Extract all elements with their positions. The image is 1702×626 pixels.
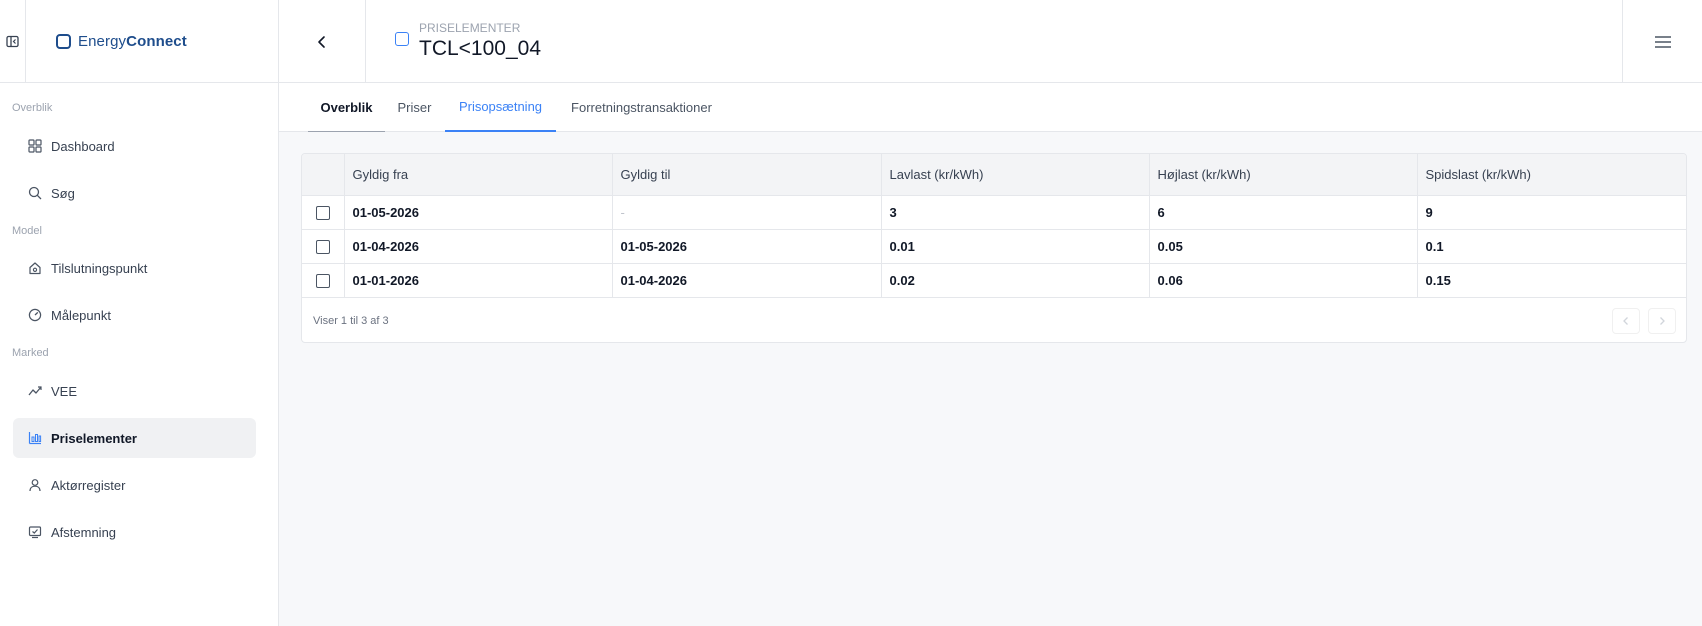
row-checkbox[interactable] — [315, 273, 330, 288]
back-button[interactable] — [279, 0, 366, 83]
sidebar-item-label: Afstemning — [51, 524, 117, 540]
section-label-overblik: Overblik — [12, 102, 53, 114]
app-root: EnergyConnect PRISELEMENTER TCL<100_04 O… — [0, 0, 1702, 626]
gauge-icon — [27, 307, 43, 323]
select-column-header — [302, 154, 345, 196]
sidebar-item-label: VEE — [51, 383, 78, 399]
sidebar-item-label: Aktørregister — [51, 477, 126, 493]
main-content: Overblik Priser Prisopsætning Forretning… — [279, 83, 1702, 626]
cell-gyldig-til: 01-04-2026 — [612, 263, 882, 298]
reconcile-icon — [27, 524, 43, 540]
sidebar-toggle-icon — [6, 35, 19, 48]
tab-prisopsaetning[interactable]: Prisopsætning — [445, 83, 556, 132]
table-header-row: Gyldig fra Gyldig til Lavlast (kr/kWh) H… — [302, 154, 1686, 196]
tab-bar: Overblik Priser Prisopsætning Forretning… — [279, 83, 1702, 132]
previous-page-button[interactable] — [1612, 308, 1640, 334]
sidebar-item-tilslutningspunkt[interactable]: Tilslutningspunkt — [13, 248, 256, 288]
sidebar-item-label: Målepunkt — [51, 307, 111, 323]
cell-spidslast: 0.1 — [1417, 229, 1686, 264]
title-checkbox[interactable] — [395, 31, 409, 46]
table-row[interactable]: 01-04-2026 01-05-2026 0.01 0.05 0.1 — [302, 229, 1686, 264]
tab-forretningstransaktioner[interactable]: Forretningstransaktioner — [556, 83, 727, 132]
house-icon — [27, 260, 43, 276]
sidebar-item-priselementer[interactable]: Priselementer — [13, 418, 256, 458]
sidebar-toggle-button[interactable] — [0, 0, 26, 83]
brand-suffix: Connect — [126, 33, 187, 50]
table-row[interactable]: 01-05-2026 - 3 6 9 — [302, 195, 1686, 230]
hamburger-menu-icon — [1654, 35, 1671, 48]
grid-icon — [27, 138, 43, 154]
cell-spidslast: 0.15 — [1417, 263, 1686, 298]
cell-gyldig-til: 01-05-2026 — [612, 229, 882, 264]
chevron-right-icon — [1660, 317, 1665, 325]
cell-spidslast: 9 — [1417, 195, 1686, 230]
cell-lavlast: 3 — [881, 195, 1150, 230]
cell-gyldig-til: - — [612, 195, 882, 230]
sidebar: Overblik Dashboard Søg Model Tilslutning… — [0, 83, 279, 626]
cell-lavlast: 0.01 — [881, 229, 1150, 264]
section-label-model: Model — [12, 225, 42, 237]
sidebar-item-soeg[interactable]: Søg — [13, 173, 256, 213]
cell-hoejlast: 0.05 — [1149, 229, 1418, 264]
page-header: PRISELEMENTER TCL<100_04 — [366, 0, 541, 83]
next-page-button[interactable] — [1648, 308, 1676, 334]
cell-gyldig-fra: 01-05-2026 — [344, 195, 613, 230]
sidebar-item-label: Søg — [51, 185, 75, 201]
trend-icon — [27, 383, 43, 399]
user-icon — [27, 477, 43, 493]
sidebar-item-aktoerregister[interactable]: Aktørregister — [13, 465, 256, 505]
chevron-left-icon — [318, 35, 325, 48]
brand-prefix: Energy — [78, 33, 127, 50]
price-table: Gyldig fra Gyldig til Lavlast (kr/kWh) H… — [302, 154, 1686, 298]
cell-gyldig-fra: 01-04-2026 — [344, 229, 613, 264]
price-table-card: Gyldig fra Gyldig til Lavlast (kr/kWh) H… — [301, 153, 1687, 343]
logo-icon — [56, 34, 71, 49]
sidebar-item-vee[interactable]: VEE — [13, 371, 256, 411]
sidebar-item-label: Priselementer — [51, 430, 137, 446]
chevron-left-icon — [1623, 317, 1628, 325]
sidebar-item-maalepunkt[interactable]: Målepunkt — [13, 295, 256, 335]
cell-hoejlast: 6 — [1149, 195, 1418, 230]
cell-hoejlast: 0.06 — [1149, 263, 1418, 298]
page-title: TCL<100_04 — [419, 36, 542, 60]
cell-lavlast: 0.02 — [881, 263, 1150, 298]
menu-button[interactable] — [1622, 0, 1702, 83]
sidebar-item-dashboard[interactable]: Dashboard — [13, 126, 256, 166]
column-header-lavlast[interactable]: Lavlast (kr/kWh) — [881, 154, 1150, 196]
pagination-summary: Viser 1 til 3 af 3 — [313, 314, 389, 327]
table-row[interactable]: 01-01-2026 01-04-2026 0.02 0.06 0.15 — [302, 263, 1686, 298]
column-header-gyldig-fra[interactable]: Gyldig fra — [344, 154, 613, 196]
tab-priser[interactable]: Priser — [385, 83, 444, 132]
row-checkbox[interactable] — [315, 205, 330, 220]
row-checkbox[interactable] — [315, 239, 330, 254]
search-icon — [27, 185, 43, 201]
breadcrumb: PRISELEMENTER — [419, 20, 521, 35]
column-header-gyldig-til[interactable]: Gyldig til — [612, 154, 882, 196]
pagination-controls — [1612, 308, 1676, 334]
tab-overblik[interactable]: Overblik — [308, 83, 385, 132]
section-label-marked: Marked — [12, 347, 49, 359]
column-header-spidslast[interactable]: Spidslast (kr/kWh) — [1417, 154, 1686, 196]
sidebar-item-label: Tilslutningspunkt — [51, 260, 148, 276]
sidebar-item-afstemning[interactable]: Afstemning — [13, 512, 256, 552]
sidebar-item-label: Dashboard — [51, 138, 115, 154]
top-bar: EnergyConnect PRISELEMENTER TCL<100_04 — [0, 0, 1702, 83]
cell-gyldig-fra: 01-01-2026 — [344, 263, 613, 298]
table-footer: Viser 1 til 3 af 3 — [302, 299, 1686, 342]
price-chart-icon — [27, 430, 43, 446]
column-header-hoejlast[interactable]: Højlast (kr/kWh) — [1149, 154, 1418, 196]
brand-logo[interactable]: EnergyConnect — [26, 0, 279, 83]
